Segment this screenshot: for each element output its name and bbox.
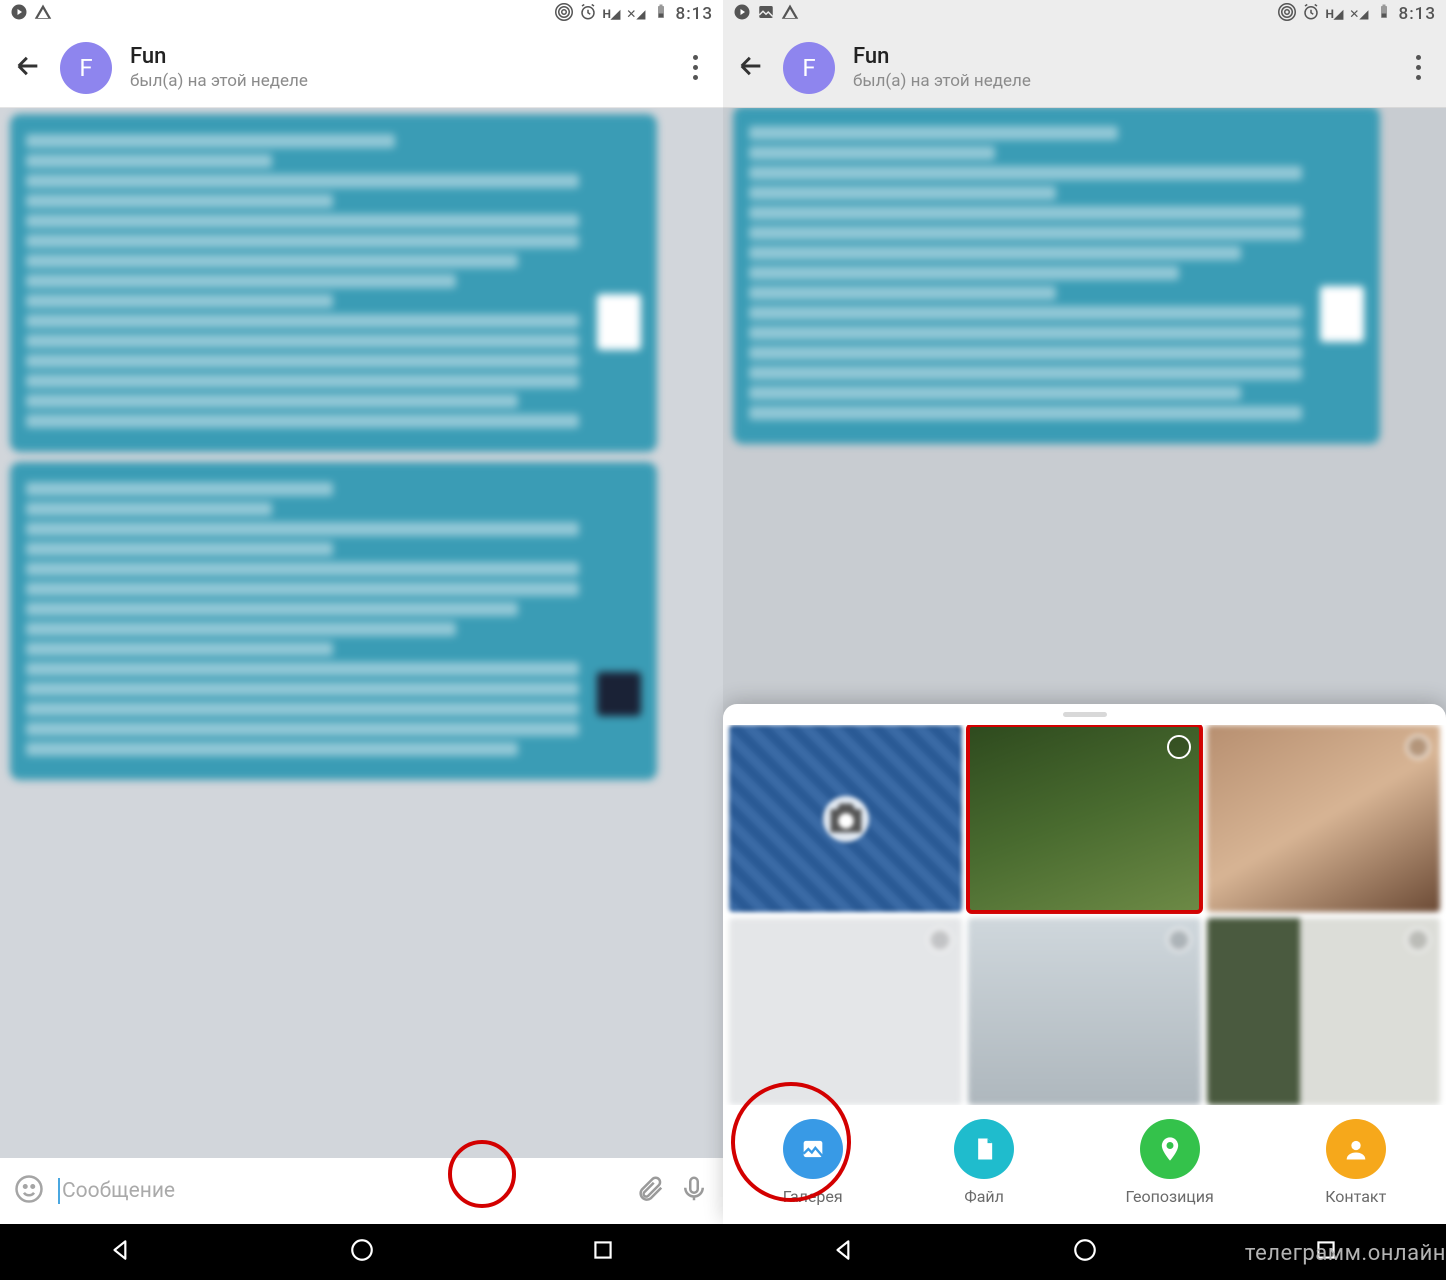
action-label: Геопозиция	[1126, 1187, 1214, 1206]
nav-home-icon[interactable]	[1072, 1237, 1098, 1267]
action-file[interactable]: Файл	[954, 1119, 1014, 1206]
alarm-icon	[1302, 3, 1320, 26]
nav-back-icon[interactable]	[108, 1237, 134, 1267]
phone-screenshot-left: H◢ ✕◢ 8:13 F Fun был(а) на этой неделе	[0, 0, 723, 1280]
photo-tile[interactable]	[1207, 725, 1440, 912]
action-gallery[interactable]: Галерея	[783, 1119, 843, 1206]
contact-icon	[1326, 1119, 1386, 1179]
action-label: Галерея	[783, 1187, 843, 1206]
nav-back-icon[interactable]	[831, 1237, 857, 1267]
battery-icon	[652, 3, 670, 26]
action-label: Файл	[964, 1187, 1004, 1206]
message-input[interactable]: Сообщение	[58, 1178, 621, 1204]
status-bar: H◢ ✕◢ 8:13	[0, 0, 723, 28]
warning-icon	[781, 3, 799, 26]
select-indicator	[1167, 735, 1191, 759]
android-nav-bar	[0, 1224, 723, 1280]
attachment-sheet: Галерея Файл Геопозиция Контакт	[723, 704, 1446, 1224]
warning-icon	[34, 3, 52, 26]
chat-name[interactable]: Fun	[853, 44, 1386, 69]
music-icon	[10, 3, 28, 26]
select-indicator	[1406, 735, 1430, 759]
clock: 8:13	[676, 4, 713, 24]
watermark: телеграмм.онлайн	[1245, 1241, 1446, 1266]
back-icon[interactable]	[737, 52, 765, 84]
music-icon	[733, 3, 751, 26]
attach-icon[interactable]	[635, 1174, 665, 1208]
nav-home-icon[interactable]	[349, 1237, 375, 1267]
mic-icon[interactable]	[679, 1174, 709, 1208]
chat-header: F Fun был(а) на этой неделе	[723, 28, 1446, 108]
alarm-icon	[579, 3, 597, 26]
signal-icon: H◢	[1326, 7, 1344, 21]
chat-last-seen: был(а) на этой неделе	[130, 71, 663, 91]
message-bubble[interactable]	[10, 114, 657, 452]
action-contact[interactable]: Контакт	[1325, 1119, 1386, 1206]
avatar[interactable]: F	[60, 42, 112, 94]
message-bubble[interactable]	[10, 462, 657, 780]
battery-icon	[1375, 3, 1393, 26]
messages-area[interactable]	[0, 108, 723, 1158]
camera-icon	[823, 796, 869, 842]
chat-last-seen: был(а) на этой неделе	[853, 71, 1386, 91]
message-input-bar: Сообщение	[0, 1158, 723, 1224]
select-indicator	[1167, 928, 1191, 952]
sheet-handle[interactable]	[1063, 712, 1107, 717]
signal-icon: H◢	[603, 7, 621, 21]
gallery-icon	[783, 1119, 843, 1179]
nav-recent-icon[interactable]	[590, 1237, 616, 1267]
signal2-icon: ✕◢	[1349, 7, 1368, 21]
status-bar: H◢ ✕◢ 8:13	[723, 0, 1446, 28]
photo-tile[interactable]	[1207, 918, 1440, 1105]
select-indicator	[1406, 928, 1430, 952]
photo-grid	[723, 725, 1446, 1105]
chat-header: F Fun был(а) на этой неделе	[0, 28, 723, 108]
location-icon	[1140, 1119, 1200, 1179]
action-location[interactable]: Геопозиция	[1126, 1119, 1214, 1206]
clock: 8:13	[1399, 4, 1436, 24]
action-label: Контакт	[1325, 1187, 1386, 1206]
avatar[interactable]: F	[783, 42, 835, 94]
message-placeholder: Сообщение	[62, 1179, 175, 1203]
hotspot-icon	[555, 3, 573, 26]
photo-tile-selected[interactable]	[968, 725, 1201, 912]
photo-tile[interactable]	[968, 918, 1201, 1105]
back-icon[interactable]	[14, 52, 42, 84]
chat-name[interactable]: Fun	[130, 44, 663, 69]
avatar-letter: F	[802, 54, 815, 82]
select-indicator	[928, 928, 952, 952]
avatar-letter: F	[79, 54, 92, 82]
attachment-actions: Галерея Файл Геопозиция Контакт	[723, 1105, 1446, 1224]
more-menu-icon[interactable]	[1404, 55, 1432, 80]
more-menu-icon[interactable]	[681, 55, 709, 80]
camera-tile[interactable]	[729, 725, 962, 912]
photo-tile[interactable]	[729, 918, 962, 1105]
phone-screenshot-right: H◢ ✕◢ 8:13 F Fun был(а) на этой неделе	[723, 0, 1446, 1280]
image-icon	[757, 3, 775, 26]
signal2-icon: ✕◢	[626, 7, 645, 21]
file-icon	[954, 1119, 1014, 1179]
message-bubble[interactable]	[733, 108, 1380, 444]
emoji-icon[interactable]	[14, 1174, 44, 1208]
hotspot-icon	[1278, 3, 1296, 26]
